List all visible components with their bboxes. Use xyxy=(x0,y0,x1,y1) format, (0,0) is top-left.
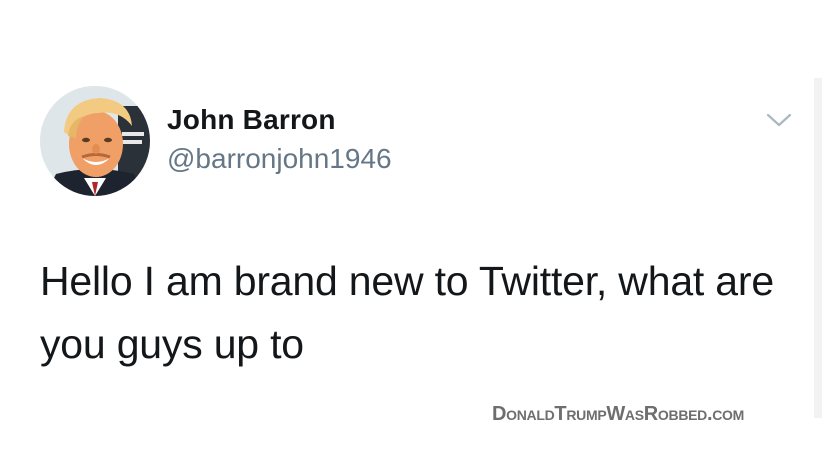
scroll-edge xyxy=(814,78,822,418)
tweet-card: John Barron @barronjohn1946 Hello I am b… xyxy=(0,0,828,461)
avatar[interactable] xyxy=(40,86,150,196)
chevron-down-icon[interactable] xyxy=(764,110,794,130)
display-name[interactable]: John Barron xyxy=(167,104,336,136)
avatar-image xyxy=(40,86,150,196)
tweet-text: Hello I am brand new to Twitter, what ar… xyxy=(40,258,774,367)
user-handle[interactable]: @barronjohn1946 xyxy=(167,143,392,175)
watermark: DonaldTrumpWasRobbed.com xyxy=(492,403,744,425)
